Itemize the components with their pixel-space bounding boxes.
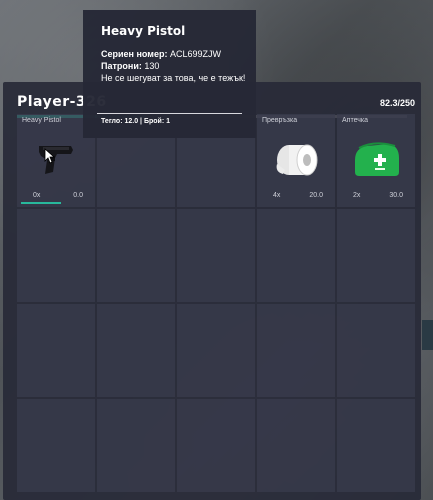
item-tooltip: Heavy Pistol Сериен номер: ACL699ZJW Пат… [83,10,256,138]
slot-count: 2x [353,192,361,199]
inventory-slot-13[interactable] [177,304,255,397]
inventory-slot-4[interactable]: Превръзка 4x 20.0 [257,114,335,207]
durability-bar [21,202,61,204]
inventory-slot-6[interactable] [17,209,95,302]
slot-label: Превръзка [262,117,298,124]
serial-label: Сериен номер: [101,49,168,59]
inventory-slot-11[interactable] [17,304,95,397]
ammo-value: 130 [144,61,160,71]
tooltip-ammo: Патрони: 130 [101,60,256,72]
inventory-slot-12[interactable] [97,304,175,397]
inventory-slot-8[interactable] [177,209,255,302]
slot-weight: 0.0 [73,192,83,199]
slot-weight: 30.0 [389,192,403,199]
inventory-slot-19[interactable] [257,399,335,492]
ammo-label: Патрони: [101,61,142,71]
inventory-slot-10[interactable] [337,209,415,302]
inventory-weight: 82.3/250 [379,98,415,108]
inventory-slot-20[interactable] [337,399,415,492]
tooltip-divider [97,113,242,114]
inventory-slot-17[interactable] [97,399,175,492]
tooltip-footer: Тегло: 12.0 | Брой: 1 [101,118,170,125]
slot-label: Аптечка [342,117,369,124]
tooltip-title: Heavy Pistol [101,24,186,38]
inventory-slot-7[interactable] [97,209,175,302]
tooltip-description: Не се шегуват за това, че е тежък! [101,73,246,83]
pistol-icon [39,146,73,174]
medkit-icon [355,142,399,176]
inventory-slot-9[interactable] [257,209,335,302]
mouse-cursor-icon [44,148,56,164]
slot-count: 4x [273,192,281,199]
serial-value: ACL699ZJW [169,49,221,59]
slot-count: 0x [33,192,41,199]
inventory-slot-15[interactable] [337,304,415,397]
inventory-slot-18[interactable] [177,399,255,492]
background-object [422,320,433,350]
inventory-slot-5[interactable]: Аптечка 2x 30.0 [337,114,415,207]
inventory-grid: Heavy Pistol 0x 0.0 Превръзка 4x 20.0 Ап… [17,114,415,494]
inventory-slot-14[interactable] [257,304,335,397]
slot-label: Heavy Pistol [22,117,61,124]
bandage-icon [276,144,318,176]
tooltip-serial: Сериен номер: ACL699ZJW [101,48,256,60]
inventory-panel: Player-326 82.3/250 Heavy Pistol 0x 0.0 … [3,82,421,500]
slot-weight: 20.0 [309,192,323,199]
inventory-slot-16[interactable] [17,399,95,492]
